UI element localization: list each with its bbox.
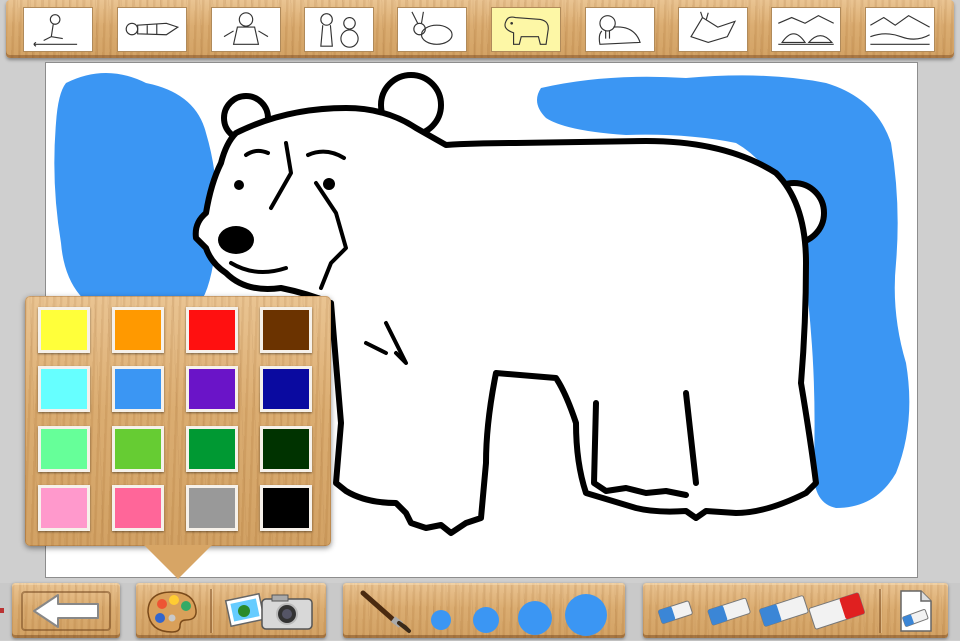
thumb-walrus[interactable]	[585, 7, 655, 52]
save-photo-button[interactable]	[222, 587, 320, 635]
color-swatch[interactable]	[186, 485, 238, 531]
back-panel	[12, 583, 120, 638]
walrus-icon	[598, 15, 641, 45]
color-swatch[interactable]	[38, 366, 90, 412]
thumb-fox[interactable]	[678, 7, 748, 52]
arrow-left-icon	[21, 591, 111, 631]
thumb-rabbit[interactable]	[397, 7, 467, 52]
polar-bear-icon	[504, 16, 549, 45]
color-swatch[interactable]	[112, 307, 164, 353]
color-swatch[interactable]	[112, 485, 164, 531]
paint-palette-icon	[147, 591, 197, 633]
color-swatch[interactable]	[186, 426, 238, 472]
photo-camera-icon	[224, 592, 313, 630]
thumb-eskimo-girl[interactable]	[211, 7, 281, 52]
paintbrush-icon	[360, 590, 411, 633]
igloo-village-icon	[778, 14, 834, 45]
back-button[interactable]	[20, 589, 112, 633]
color-palette-popup	[25, 296, 331, 546]
thumb-snowman-kid[interactable]	[304, 7, 374, 52]
brush-panel	[343, 583, 625, 638]
eraser-extra-large-button[interactable]	[807, 585, 873, 637]
fox-icon	[690, 11, 737, 44]
thumb-lying-girl[interactable]	[117, 7, 187, 52]
eskimo-girl-icon	[223, 12, 269, 45]
brush-size-extra-large[interactable]	[565, 594, 607, 636]
color-swatch[interactable]	[260, 426, 312, 472]
toolbar-divider	[879, 589, 881, 633]
color-swatch[interactable]	[38, 426, 90, 472]
brush-button[interactable]	[353, 587, 415, 635]
bear-nose	[218, 226, 254, 254]
color-swatch[interactable]	[260, 307, 312, 353]
color-swatch[interactable]	[38, 307, 90, 353]
snowman-kid-icon	[320, 13, 359, 48]
brush-size-medium[interactable]	[473, 607, 499, 633]
brush-size-large[interactable]	[518, 601, 552, 635]
thumb-igloo-village[interactable]	[771, 7, 841, 52]
thumbnail-bar	[6, 0, 954, 58]
color-swatch[interactable]	[38, 485, 90, 531]
color-swatch[interactable]	[260, 366, 312, 412]
color-swatch[interactable]	[112, 366, 164, 412]
rabbit-icon	[411, 11, 453, 45]
thumb-winter-landscape[interactable]	[865, 7, 935, 52]
palette-button[interactable]	[142, 586, 202, 636]
brush-size-small[interactable]	[431, 610, 451, 630]
eraser-panel	[643, 583, 948, 638]
edge-mark	[0, 608, 4, 613]
lying-girl-icon	[125, 22, 180, 36]
eraser-small-button[interactable]	[651, 589, 701, 633]
thumb-polar-bear[interactable]	[491, 7, 561, 52]
eraser-small-icon	[657, 600, 693, 624]
new-page-icon	[900, 590, 932, 632]
color-swatch[interactable]	[260, 485, 312, 531]
color-swatch[interactable]	[186, 366, 238, 412]
color-swatch[interactable]	[112, 426, 164, 472]
palette-save-panel	[136, 583, 326, 638]
bear-eye-left	[234, 180, 244, 190]
bear-eye-right	[323, 178, 335, 190]
toolbar-divider	[210, 589, 212, 633]
thumb-sled-kid[interactable]	[23, 7, 93, 52]
eraser-extra-large-icon	[808, 592, 865, 630]
color-swatch[interactable]	[186, 307, 238, 353]
palette-pointer	[144, 545, 212, 579]
eraser-medium-button[interactable]	[703, 587, 759, 635]
sled-kid-icon	[33, 14, 78, 47]
new-page-button[interactable]	[893, 587, 937, 635]
winter-landscape-icon	[870, 14, 930, 45]
eraser-medium-icon	[707, 597, 751, 626]
